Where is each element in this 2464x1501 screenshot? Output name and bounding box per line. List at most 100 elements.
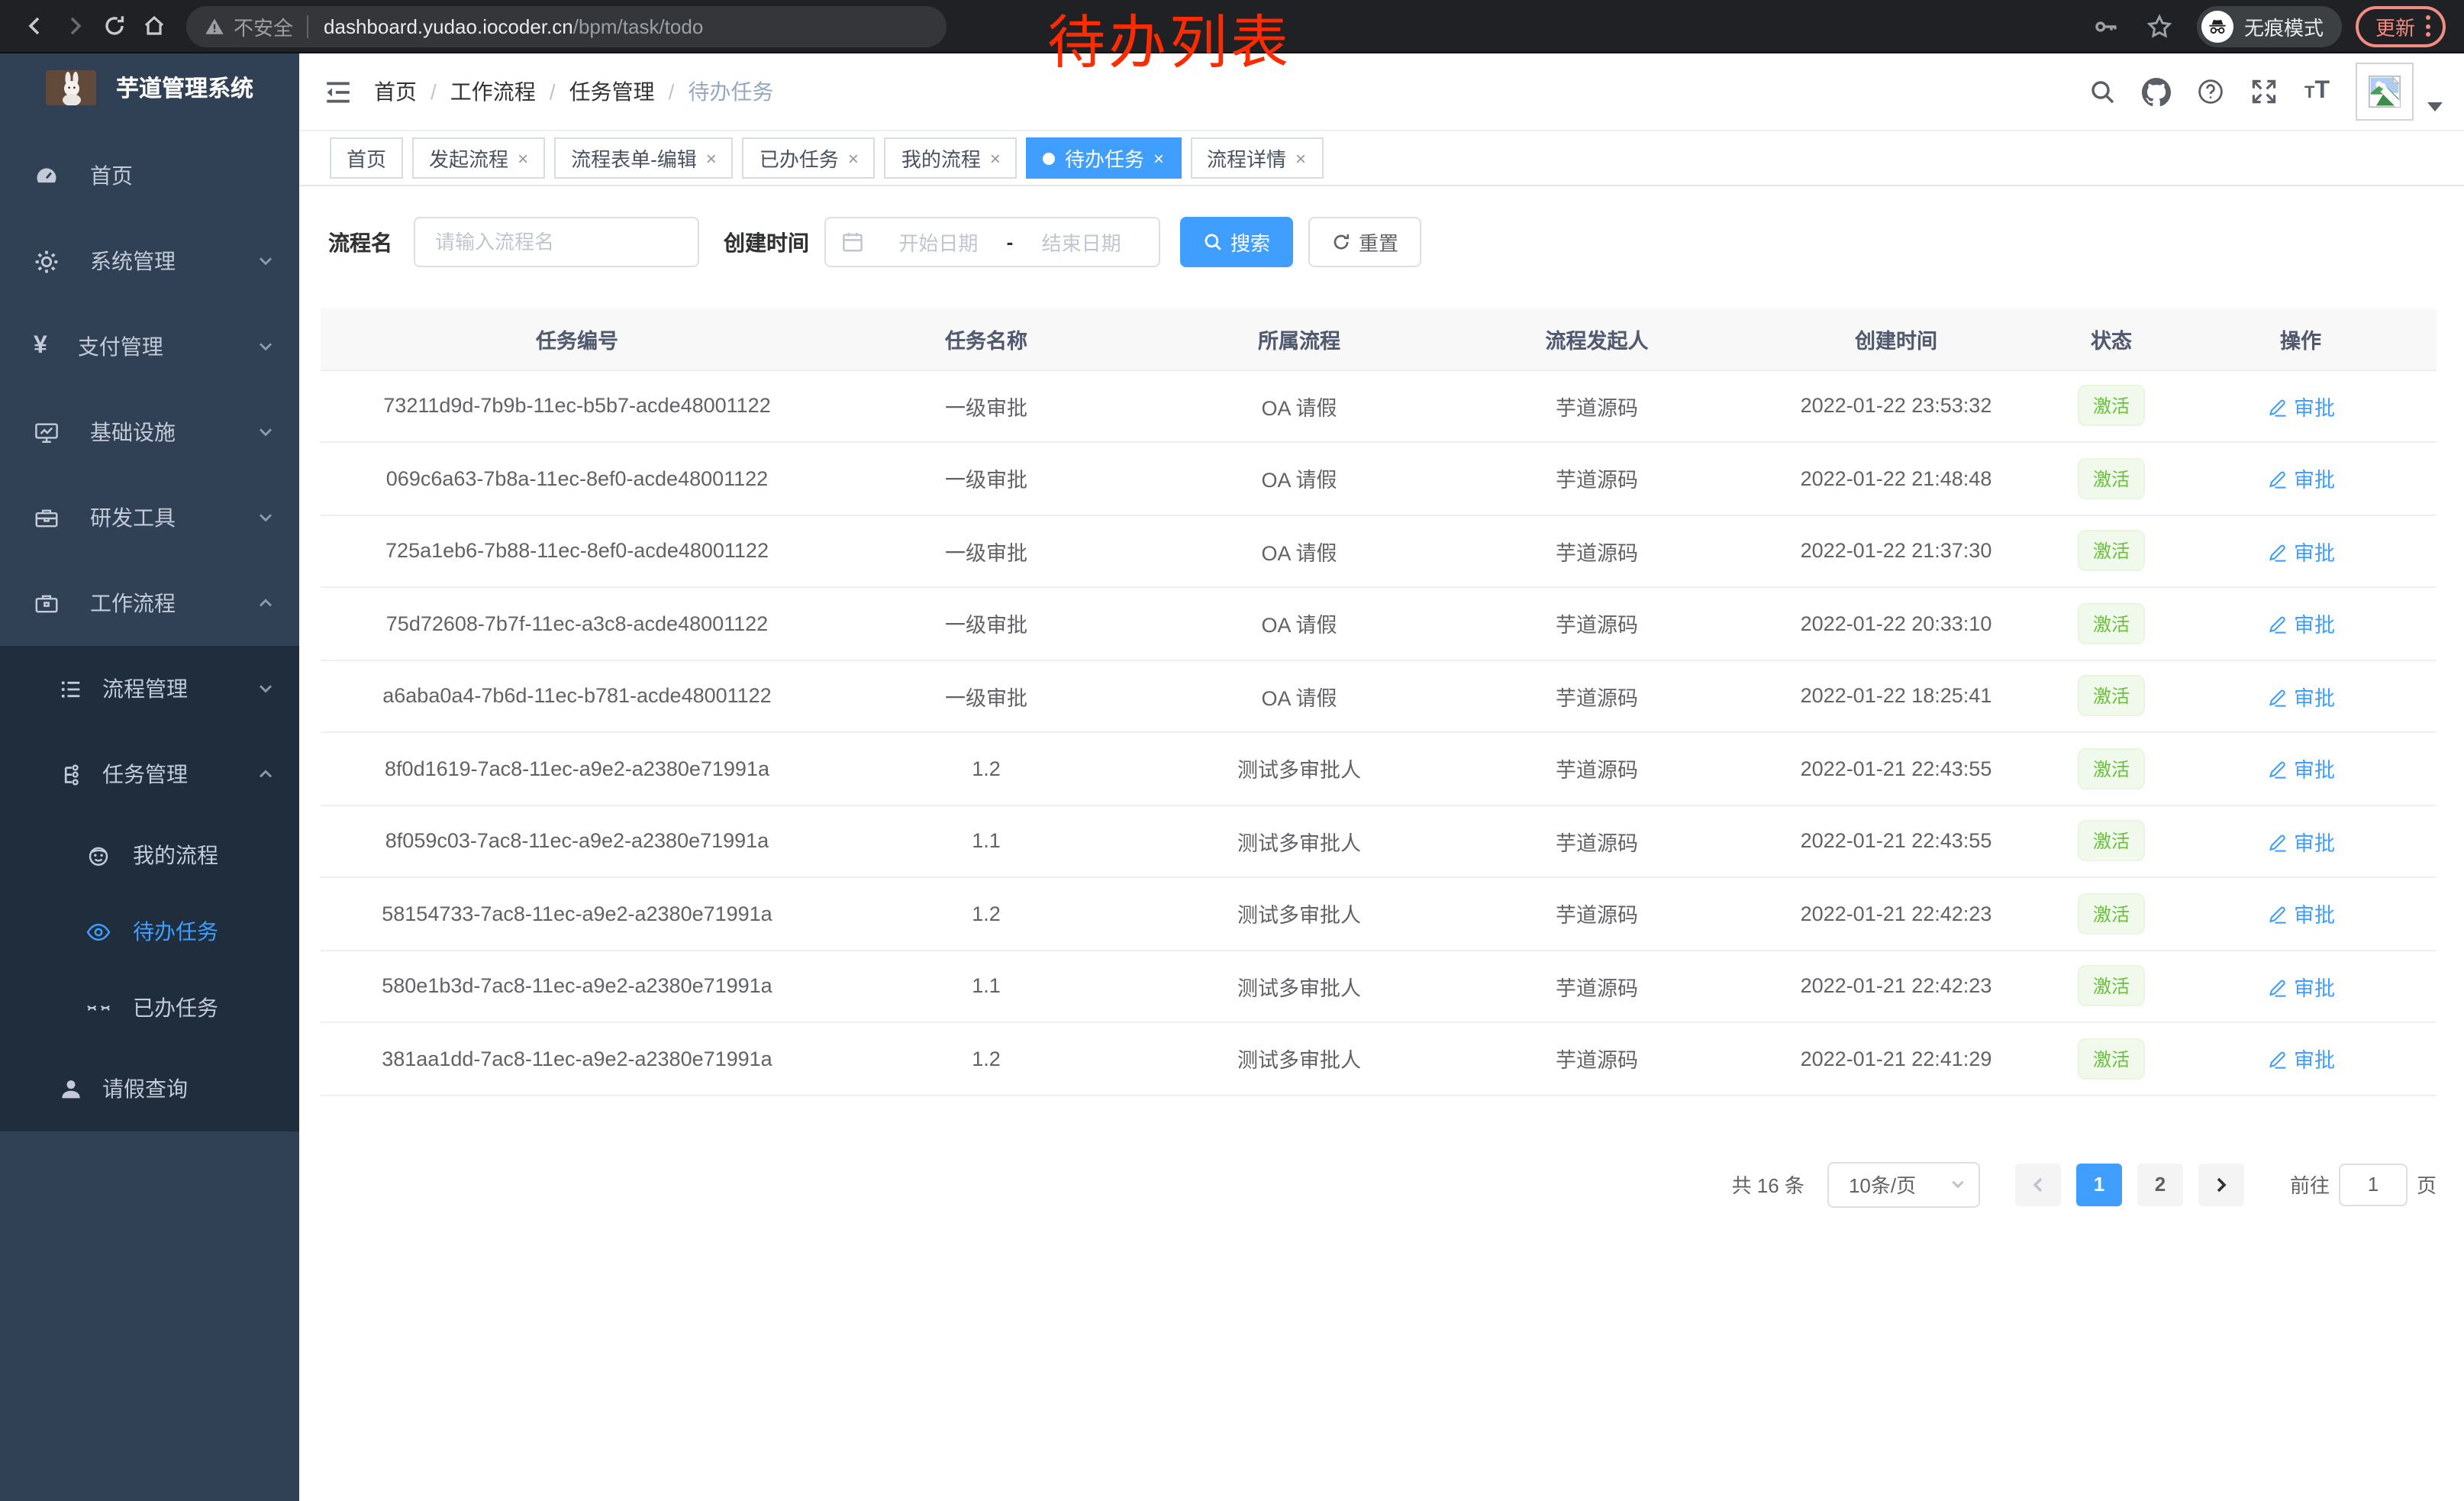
cell-id: 8f0d1619-7ac8-11ec-a9e2-a2380e71991a <box>321 732 834 805</box>
github-icon[interactable] <box>2143 77 2172 106</box>
collapse-sidebar-icon[interactable] <box>324 77 353 106</box>
not-secure-icon[interactable] <box>205 16 224 36</box>
browser-update-button[interactable]: 更新 <box>2356 5 2446 47</box>
status-badge: 激活 <box>2078 603 2145 644</box>
sidebar-item-2[interactable]: ¥支付管理 <box>0 304 299 389</box>
incognito-badge[interactable]: 无痕模式 <box>2197 5 2342 47</box>
search-button-icon <box>1203 232 1223 252</box>
tab-5[interactable]: 待办任务× <box>1027 137 1181 179</box>
sidebar-item-11[interactable]: 请假查询 <box>0 1046 299 1131</box>
page-size-select[interactable]: 10条/页 <box>1827 1161 1980 1207</box>
tabs-bar: 首页发起流程×流程表单-编辑×已办任务×我的流程×待办任务×流程详情× <box>299 131 2464 186</box>
sidebar-item-label: 研发工具 <box>90 502 176 533</box>
main-area: 首页/工作流程/任务管理/待办任务 TT <box>299 53 2464 1501</box>
approve-link[interactable]: 审批 <box>2266 754 2335 784</box>
approve-link[interactable]: 审批 <box>2266 681 2335 712</box>
sidebar-item-7[interactable]: 任务管理 <box>0 731 299 817</box>
goto-page-input[interactable] <box>2339 1163 2408 1206</box>
sidebar-item-9[interactable]: 待办任务 <box>0 893 299 970</box>
password-key-icon[interactable] <box>2093 13 2119 39</box>
sidebar-item-0[interactable]: 首页 <box>0 133 299 218</box>
avatar[interactable] <box>2356 63 2414 121</box>
avatar-dropdown-icon[interactable] <box>2427 102 2443 111</box>
sidebar-item-6[interactable]: 流程管理 <box>0 646 299 731</box>
cell-initiator: 芋道源码 <box>1459 442 1734 515</box>
approve-link[interactable]: 审批 <box>2266 536 2335 567</box>
prev-page-button[interactable] <box>2015 1163 2061 1206</box>
close-icon[interactable]: × <box>990 149 1001 167</box>
chevron-down-icon <box>1950 1176 1966 1193</box>
tab-4[interactable]: 我的流程× <box>885 137 1018 179</box>
browser-home-icon[interactable] <box>134 6 174 46</box>
process-name-input[interactable] <box>414 217 699 267</box>
sidebar-item-10[interactable]: 已办任务 <box>0 970 299 1046</box>
chevron-up-icon <box>256 765 275 783</box>
sidebar-item-1[interactable]: 系统管理 <box>0 218 299 304</box>
close-icon[interactable]: × <box>1295 149 1306 167</box>
page-button-2[interactable]: 2 <box>2137 1163 2183 1206</box>
close-icon[interactable]: × <box>848 149 859 167</box>
sidebar-item-label: 流程管理 <box>102 673 188 704</box>
browser-back-icon[interactable] <box>15 6 55 46</box>
search-button[interactable]: 搜索 <box>1180 217 1293 267</box>
logo-rabbit-image <box>46 69 96 105</box>
help-icon[interactable] <box>2198 78 2225 105</box>
next-page-button[interactable] <box>2198 1163 2244 1206</box>
tab-2[interactable]: 流程表单-编辑× <box>554 137 734 179</box>
url-bar[interactable]: 不安全 dashboard.yudao.iocoder.cn/bpm/task/… <box>186 5 947 47</box>
tab-label: 发起流程 <box>429 144 508 173</box>
cell-process: 测试多审批人 <box>1139 950 1459 1022</box>
tab-0[interactable]: 首页 <box>330 137 403 179</box>
bookmark-star-icon[interactable] <box>2146 13 2172 39</box>
annotation-overlay: 待办列表 <box>1047 14 1292 75</box>
approve-link[interactable]: 审批 <box>2266 463 2335 494</box>
cell-created: 2022-01-22 23:53:32 <box>1734 370 2058 442</box>
search-icon[interactable] <box>2089 78 2117 105</box>
pen-icon <box>2266 831 2288 852</box>
url-host[interactable]: dashboard.yudao.iocoder.cn <box>324 15 573 37</box>
cell-status: 激活 <box>2058 805 2165 877</box>
tab-1[interactable]: 发起流程 × <box>412 137 545 179</box>
cell-name: 一级审批 <box>834 442 1139 515</box>
create-time-range-picker[interactable]: 开始日期 - 结束日期 <box>824 217 1160 267</box>
cell-id: 580e1b3d-7ac8-11ec-a9e2-a2380e71991a <box>321 950 834 1022</box>
browser-reload-icon[interactable] <box>95 6 134 46</box>
close-icon[interactable]: × <box>518 149 528 167</box>
breadcrumb-item[interactable]: 任务管理 <box>569 76 655 107</box>
breadcrumb-item[interactable]: 首页 <box>374 76 417 107</box>
approve-link[interactable]: 审批 <box>2266 971 2335 1002</box>
sidebar: 芋道管理系统 首页系统管理¥支付管理基础设施研发工具工作流程流程管理任务管理我的… <box>0 53 299 1501</box>
close-icon[interactable]: × <box>706 149 717 167</box>
status-badge: 激活 <box>2078 966 2145 1007</box>
font-size-icon[interactable]: TT <box>2304 78 2330 105</box>
sidebar-item-3[interactable]: 基础设施 <box>0 389 299 475</box>
reset-button[interactable]: 重置 <box>1308 217 1421 267</box>
cell-process: OA 请假 <box>1139 660 1459 732</box>
breadcrumb-item[interactable]: 工作流程 <box>450 76 536 107</box>
cell-created: 2022-01-22 21:48:48 <box>1734 442 2058 515</box>
approve-link[interactable]: 审批 <box>2266 391 2335 421</box>
approve-link[interactable]: 审批 <box>2266 826 2335 857</box>
browser-forward-icon[interactable] <box>55 6 95 46</box>
security-label[interactable]: 不安全 <box>234 11 293 40</box>
sidebar-item-4[interactable]: 研发工具 <box>0 475 299 560</box>
sidebar-item-5[interactable]: 工作流程 <box>0 560 299 646</box>
url-path[interactable]: /bpm/task/todo <box>573 15 704 37</box>
process-name-label: 流程名 <box>328 227 392 257</box>
tab-3[interactable]: 已办任务× <box>743 137 876 179</box>
approve-link[interactable]: 审批 <box>2266 899 2335 929</box>
page-button-1[interactable]: 1 <box>2076 1163 2122 1206</box>
fullscreen-icon[interactable] <box>2251 78 2279 105</box>
close-icon[interactable]: × <box>1153 149 1164 167</box>
app-logo[interactable]: 芋道管理系统 <box>0 53 299 121</box>
browser-menu-icon[interactable] <box>2426 15 2430 37</box>
pen-icon <box>2266 395 2288 417</box>
tab-6[interactable]: 流程详情× <box>1190 137 1323 179</box>
approve-link[interactable]: 审批 <box>2266 608 2335 639</box>
approve-link[interactable]: 审批 <box>2266 1044 2335 1074</box>
range-separator: - <box>1001 231 1020 253</box>
cell-status: 激活 <box>2058 950 2165 1022</box>
table-row: 58154733-7ac8-11ec-a9e2-a2380e71991a1.2测… <box>321 877 2437 950</box>
cell-initiator: 芋道源码 <box>1459 515 1734 587</box>
sidebar-item-8[interactable]: 我的流程 <box>0 817 299 893</box>
